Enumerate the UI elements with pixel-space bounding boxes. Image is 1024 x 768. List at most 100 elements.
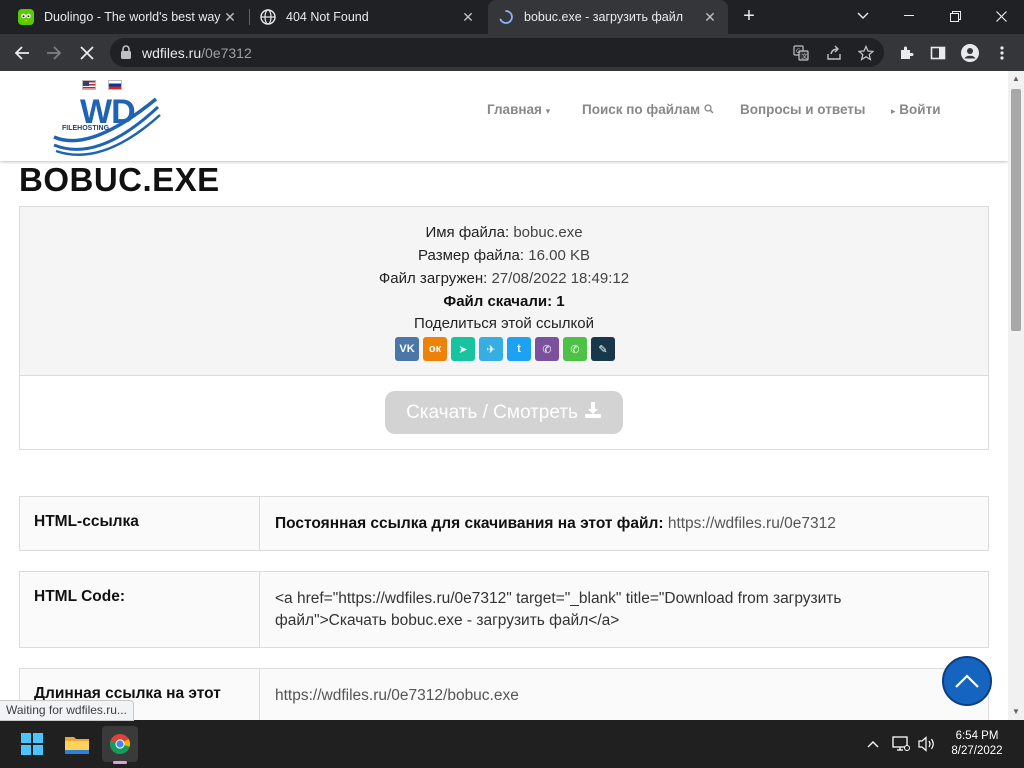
nav-search-label: Поиск по файлам	[582, 102, 701, 117]
volume-icon[interactable]	[917, 734, 937, 754]
scrollbar-thumb[interactable]	[1011, 89, 1021, 331]
twitter-icon[interactable]: t	[507, 337, 531, 361]
status-bubble: Waiting for wdfiles.ru...	[0, 700, 134, 721]
permalink-label: Постоянная ссылка для скачивания на этот…	[275, 515, 664, 532]
tab-duolingo[interactable]: Duolingo - The world's best way ✕	[8, 0, 248, 34]
download-count: Файл скачали: 1	[443, 293, 565, 310]
tab-title: 404 Not Found	[286, 10, 369, 24]
browser-tab-strip: Duolingo - The world's best way ✕ 404 No…	[0, 0, 1024, 34]
row-value: Постоянная ссылка для скачивания на этот…	[260, 497, 988, 550]
side-panel-icon[interactable]	[925, 40, 951, 66]
scroll-down-arrow-icon[interactable]: ▼	[1008, 707, 1024, 716]
lock-icon[interactable]	[120, 45, 132, 64]
network-icon[interactable]	[891, 734, 911, 754]
nav-home[interactable]: Главная ▾	[487, 102, 550, 117]
folder-icon	[65, 737, 89, 754]
share-label: Поделиться этой ссылкой	[414, 315, 594, 332]
back-button[interactable]	[9, 40, 35, 66]
page-scrollbar[interactable]: ▲ ▼	[1008, 71, 1024, 720]
close-icon[interactable]: ✕	[222, 9, 238, 26]
permalink-link[interactable]: https://wdfiles.ru/0e7312	[668, 515, 836, 532]
close-icon[interactable]: ✕	[702, 9, 718, 26]
restore-button[interactable]	[932, 0, 978, 32]
nav-faq-label: Вопросы и ответы	[740, 102, 866, 117]
forward-button[interactable]	[41, 40, 67, 66]
html-code-value[interactable]: <a href="https://wdfiles.ru/0e7312" targ…	[260, 572, 988, 647]
file-name-line: Имя файла: bobuc.exe	[20, 224, 988, 241]
tab-title: bobuc.exe - загрузить файл	[524, 10, 684, 24]
chevron-up-icon[interactable]	[863, 734, 883, 754]
file-upload-line: Файл загружен: 27/08/2022 18:49:12	[20, 270, 988, 287]
table-row-html-code: HTML Code: <a href="https://wdfiles.ru/0…	[19, 571, 989, 648]
page-viewport: WD FILEHOSTING Главная ▾ Поиск по файлам…	[0, 71, 1008, 720]
nav-faq[interactable]: Вопросы и ответы	[740, 102, 865, 117]
nav-login-label: Войти	[899, 102, 941, 117]
row-value: https://wdfiles.ru/0e7312/bobuc.exe	[260, 669, 988, 720]
site-logo[interactable]: WD FILEHOSTING	[50, 77, 165, 159]
windows-taskbar: 6:54 PM 8/27/2022	[0, 720, 1024, 768]
download-button[interactable]: Скачать / Смотреть	[385, 391, 623, 434]
tab-search-icon[interactable]	[840, 0, 886, 32]
file-explorer-button[interactable]	[59, 726, 95, 762]
nav-search[interactable]: Поиск по файлам	[582, 102, 714, 117]
file-size-value: 16.00 KB	[528, 247, 590, 264]
new-tab-button[interactable]: +	[738, 5, 760, 27]
chrome-icon	[109, 734, 131, 754]
file-upload-label: Файл загружен:	[378, 270, 488, 287]
duolingo-icon	[18, 9, 34, 25]
download-button-label: Скачать / Смотреть	[406, 401, 578, 423]
bookmark-star-icon[interactable]	[855, 42, 877, 64]
start-button[interactable]	[14, 726, 50, 762]
logo-subtext: FILEHOSTING	[62, 125, 110, 132]
whatsapp-icon[interactable]: ✆	[563, 337, 587, 361]
url-text[interactable]: wdfiles.ru/0e7312	[142, 45, 252, 61]
menu-kebab-icon[interactable]	[989, 40, 1015, 66]
table-row-long-link: Длинная ссылка на этот https://wdfiles.r…	[19, 668, 989, 720]
extensions-icon[interactable]	[893, 40, 919, 66]
odnoklassniki-icon[interactable]: ок	[423, 337, 447, 361]
svg-text:文: 文	[802, 53, 808, 61]
tab-404[interactable]: 404 Not Found ✕	[250, 0, 486, 34]
profile-avatar-icon[interactable]	[957, 40, 983, 66]
html-code-line: <a href="https://wdfiles.ru/0e7312" targ…	[275, 590, 842, 607]
page-title: BOBUC.EXE	[19, 161, 220, 198]
file-size-line: Размер файла: 16.00 KB	[20, 247, 988, 264]
row-label: HTML-ссылка	[20, 497, 260, 550]
tab-bobuc[interactable]: bobuc.exe - загрузить файл ✕	[488, 0, 728, 34]
scroll-up-arrow-icon[interactable]: ▲	[1008, 74, 1024, 83]
search-icon	[704, 102, 714, 117]
file-details: Имя файла: bobuc.exe Размер файла: 16.00…	[20, 207, 988, 376]
address-bar[interactable]: wdfiles.ru/0e7312 G文	[110, 38, 884, 67]
translate-icon[interactable]: G文	[790, 42, 812, 64]
site-header: WD FILEHOSTING Главная ▾ Поиск по файлам…	[0, 71, 1008, 161]
share-buttons: VK ок ➤ ✈ t ✆ ✆ ✎	[395, 337, 615, 361]
viber-icon[interactable]: ✆	[535, 337, 559, 361]
nav-home-label: Главная	[487, 102, 542, 117]
vk-icon[interactable]: VK	[395, 337, 419, 361]
minimize-button[interactable]	[886, 0, 932, 32]
scroll-to-top-button[interactable]	[942, 656, 992, 706]
close-window-button[interactable]	[978, 0, 1024, 32]
share-icon[interactable]	[823, 42, 845, 64]
file-name-value: bobuc.exe	[513, 224, 583, 241]
tab-title: Duolingo - The world's best way	[44, 10, 221, 24]
long-link[interactable]: https://wdfiles.ru/0e7312/bobuc.exe	[275, 687, 519, 704]
clock-date: 8/27/2022	[951, 745, 1003, 757]
sms-icon[interactable]: ➤	[451, 337, 475, 361]
livejournal-icon[interactable]: ✎	[591, 337, 615, 361]
svg-text:G: G	[796, 48, 801, 55]
telegram-icon[interactable]: ✈	[479, 337, 503, 361]
nav-login[interactable]: ▸ Войти	[891, 102, 941, 117]
browser-toolbar: wdfiles.ru/0e7312 G文	[0, 34, 1024, 71]
clock-time: 6:54 PM	[955, 730, 999, 742]
globe-icon	[260, 9, 276, 25]
stop-loading-button[interactable]	[74, 40, 100, 66]
system-clock[interactable]: 6:54 PM 8/27/2022	[942, 729, 1012, 759]
login-arrow-icon: ▸	[891, 106, 896, 116]
download-icon	[584, 401, 602, 425]
url-path: /0e7312	[201, 45, 252, 61]
close-icon[interactable]: ✕	[460, 9, 476, 26]
file-upload-value: 27/08/2022 18:49:12	[491, 270, 630, 287]
loading-spinner-icon	[498, 9, 514, 25]
chrome-taskbar-button[interactable]	[102, 726, 138, 762]
